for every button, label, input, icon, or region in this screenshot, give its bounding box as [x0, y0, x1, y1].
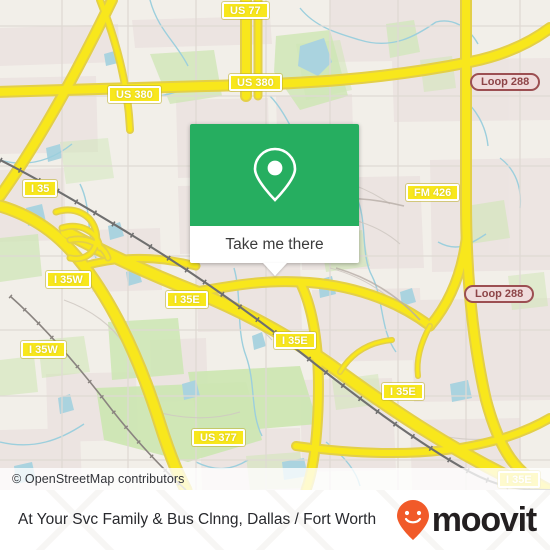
location-popup-card[interactable]: Take me there [190, 124, 359, 276]
road-shield: US 77 [222, 2, 269, 19]
map-pin-icon [253, 147, 296, 202]
road-shield: US 377 [192, 429, 245, 446]
card-pointer-tail [262, 263, 287, 276]
take-me-there-button[interactable]: Take me there [190, 226, 359, 263]
road-shield: I 35 [23, 180, 58, 197]
road-shield: US 380 [108, 86, 161, 103]
road-shield: Loop 288 [464, 285, 535, 303]
road-shield: I 35W [46, 271, 91, 288]
road-shield: US 380 [229, 74, 282, 91]
road-shield: I 35E [166, 291, 208, 308]
map-attribution: © OpenStreetMap contributors [0, 468, 550, 490]
place-title: At Your Svc Family & Bus Clnng, Dallas /… [18, 511, 377, 528]
road-shield: Loop 288 [470, 73, 541, 91]
footer-bar: At Your Svc Family & Bus Clnng, Dallas /… [0, 490, 550, 550]
moovit-logo[interactable]: moovit [395, 498, 537, 542]
screenshot-root: US 77 US 380 US 380 Loop 288 FM 426 I 35 I 35W… [0, 0, 550, 550]
attribution-text: © OpenStreetMap contributors [12, 472, 185, 486]
road-shield: I 35W [21, 341, 66, 358]
road-shield: I 35E [382, 383, 424, 400]
moovit-wordmark: moovit [431, 501, 537, 539]
road-shield: I 35E [274, 332, 316, 349]
card-image-area [190, 124, 359, 226]
moovit-smiley-pin-icon [396, 500, 429, 540]
road-shield: FM 426 [406, 184, 460, 201]
